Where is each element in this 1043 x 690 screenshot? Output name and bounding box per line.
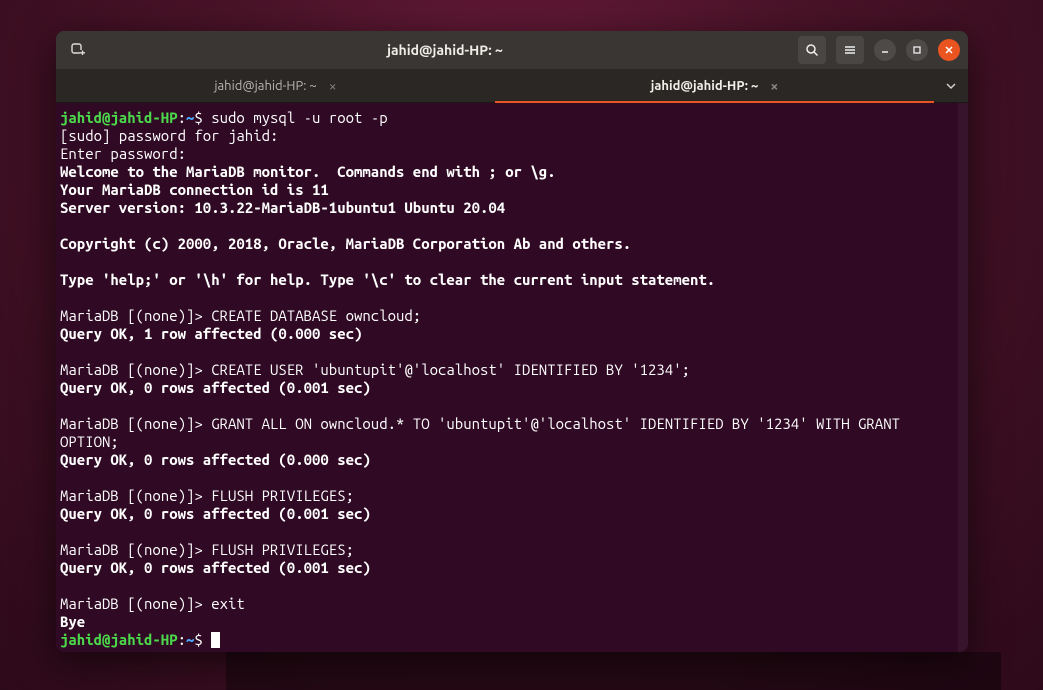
- terminal-line: MariaDB [(none)]> exit: [60, 595, 245, 612]
- titlebar-right: [798, 36, 960, 64]
- terminal-line: Bye: [60, 613, 85, 630]
- terminal-line: Copyright (c) 2000, 2018, Oracle, MariaD…: [60, 235, 631, 252]
- close-button[interactable]: [938, 39, 960, 61]
- prompt-sep: :: [178, 109, 186, 126]
- desktop-dock-shadow: [226, 652, 1001, 690]
- terminal-line: MariaDB [(none)]> CREATE DATABASE ownclo…: [60, 307, 421, 324]
- new-tab-icon: [70, 42, 86, 58]
- terminal-line: MariaDB [(none)]> CREATE USER 'ubuntupit…: [60, 361, 690, 378]
- tab-close-icon[interactable]: ×: [770, 78, 778, 94]
- terminal-line: Query OK, 0 rows affected (0.001 sec): [60, 505, 371, 522]
- cursor: [211, 632, 220, 648]
- hamburger-icon: [843, 43, 857, 57]
- minimize-button[interactable]: [874, 39, 896, 61]
- search-icon: [805, 43, 819, 57]
- minimize-icon: [880, 45, 890, 55]
- menu-button[interactable]: [836, 36, 864, 64]
- titlebar: jahid@jahid-HP: ~: [56, 31, 968, 69]
- tab-dropdown-button[interactable]: [934, 69, 968, 102]
- prompt-user-host: jahid@jahid-HP: [60, 631, 178, 648]
- prompt-sep: :: [178, 631, 186, 648]
- terminal-line: [sudo] password for jahid:: [60, 127, 278, 144]
- terminal-line: Your MariaDB connection id is 11: [60, 181, 329, 198]
- tab-2[interactable]: jahid@jahid-HP: ~ ×: [495, 69, 934, 102]
- window-title: jahid@jahid-HP: ~: [98, 42, 792, 58]
- scrollbar[interactable]: [958, 103, 968, 652]
- terminal-line: MariaDB [(none)]> GRANT ALL ON owncloud.…: [60, 415, 908, 450]
- tab-1[interactable]: jahid@jahid-HP: ~ ×: [56, 69, 495, 102]
- search-button[interactable]: [798, 36, 826, 64]
- terminal-line: Query OK, 0 rows affected (0.001 sec): [60, 379, 371, 396]
- terminal-content[interactable]: jahid@jahid-HP:~$ sudo mysql -u root -p …: [56, 103, 968, 652]
- terminal-line: Type 'help;' or '\h' for help. Type '\c'…: [60, 271, 715, 288]
- tab-label: jahid@jahid-HP: ~: [214, 79, 316, 93]
- prompt-suffix: $: [194, 631, 202, 648]
- terminal-line: MariaDB [(none)]> FLUSH PRIVILEGES;: [60, 487, 354, 504]
- terminal-window: jahid@jahid-HP: ~: [56, 31, 968, 652]
- maximize-icon: [912, 45, 922, 55]
- terminal-line: Enter password:: [60, 145, 186, 162]
- close-icon: [944, 45, 954, 55]
- tab-close-icon[interactable]: ×: [329, 78, 337, 94]
- new-tab-button[interactable]: [64, 36, 92, 64]
- maximize-button[interactable]: [906, 39, 928, 61]
- terminal-line: Query OK, 1 row affected (0.000 sec): [60, 325, 362, 342]
- prompt-user-host: jahid@jahid-HP: [60, 109, 178, 126]
- terminal-line: Query OK, 0 rows affected (0.001 sec): [60, 559, 371, 576]
- tab-label: jahid@jahid-HP: ~: [651, 79, 759, 93]
- terminal-line: Server version: 10.3.22-MariaDB-1ubuntu1…: [60, 199, 505, 216]
- terminal-line: Welcome to the MariaDB monitor. Commands…: [60, 163, 556, 180]
- prompt-suffix: $: [194, 109, 202, 126]
- terminal-line: Query OK, 0 rows affected (0.000 sec): [60, 451, 371, 468]
- tab-bar: jahid@jahid-HP: ~ × jahid@jahid-HP: ~ ×: [56, 69, 968, 103]
- terminal-line: MariaDB [(none)]> FLUSH PRIVILEGES;: [60, 541, 354, 558]
- terminal-line: sudo mysql -u root -p: [203, 109, 388, 126]
- chevron-down-icon: [946, 81, 956, 91]
